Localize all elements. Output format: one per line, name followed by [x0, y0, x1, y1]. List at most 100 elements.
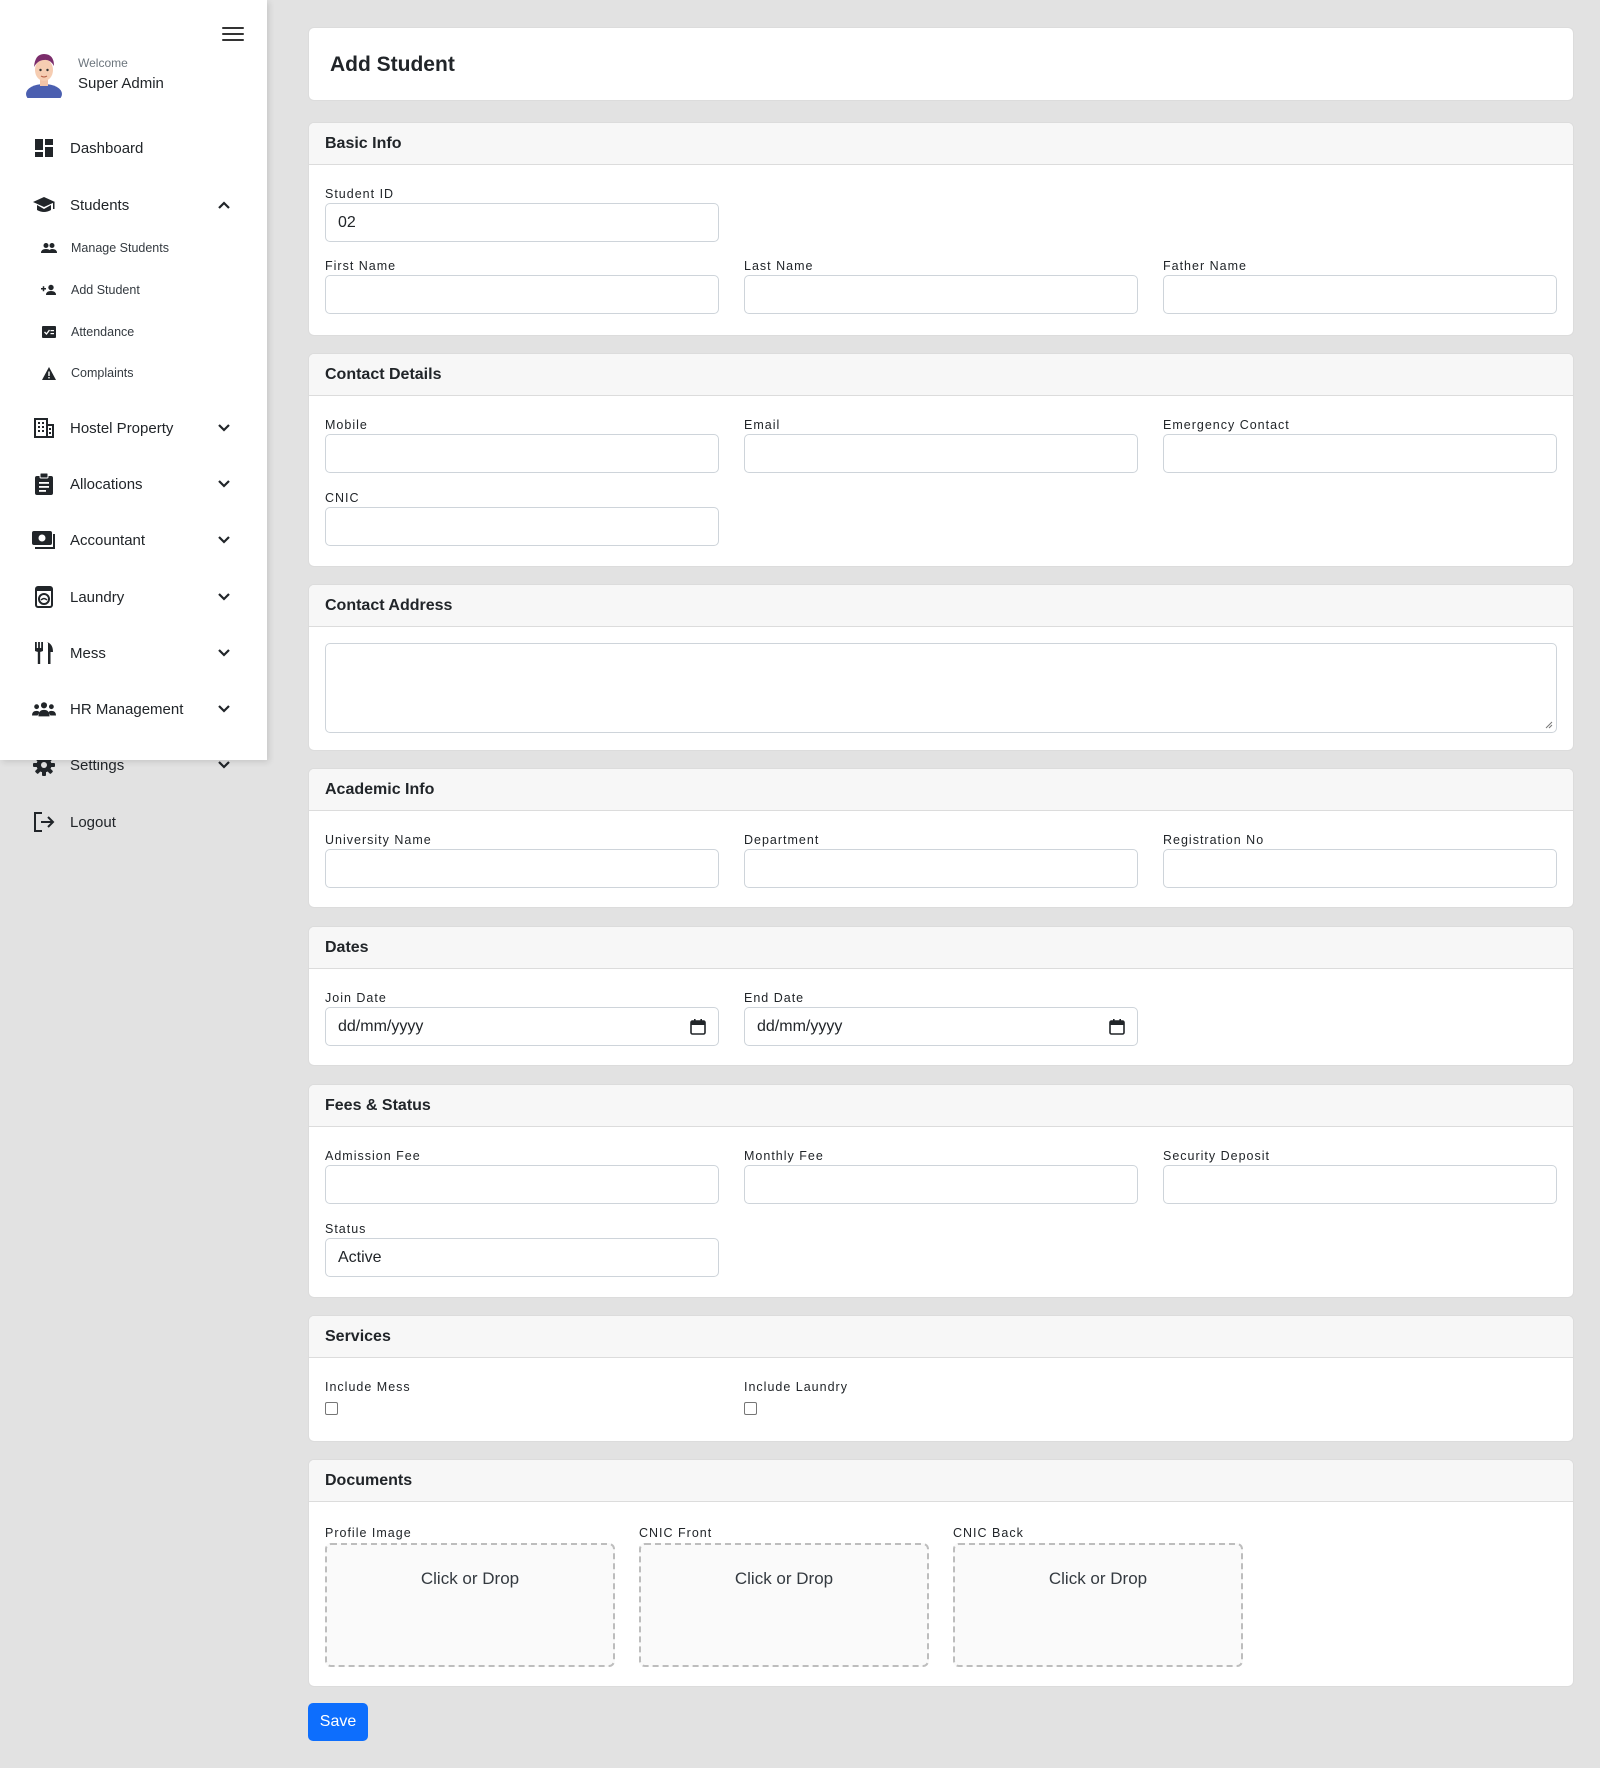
section-title: Contact Details	[309, 354, 1573, 396]
calendar-icon[interactable]	[1109, 1018, 1125, 1035]
father-name-input[interactable]	[1163, 275, 1557, 314]
sidebar-item-label: Accountant	[70, 531, 146, 549]
section-title: Academic Info	[309, 769, 1573, 811]
field-label: Security Deposit	[1163, 1149, 1271, 1163]
first-name-field: First Name	[325, 257, 719, 314]
security-deposit-field: Security Deposit	[1163, 1147, 1557, 1204]
user-profile: Welcome Super Admin	[26, 50, 164, 98]
first-name-input[interactable]	[325, 275, 719, 314]
last-name-input[interactable]	[744, 275, 1138, 314]
attendance-icon	[40, 323, 58, 341]
emergency-contact-input[interactable]	[1163, 434, 1557, 473]
email-field: Email	[744, 416, 1138, 473]
utensils-icon	[32, 641, 56, 665]
sidebar-item-laundry[interactable]: Laundry	[32, 582, 232, 612]
father-name-field: Father Name	[1163, 257, 1557, 314]
admission-fee-input[interactable]	[325, 1165, 719, 1204]
cnic-input[interactable]	[325, 507, 719, 546]
sidebar-item-hr-management[interactable]: HR Management	[32, 694, 232, 724]
graduation-cap-icon	[32, 193, 56, 217]
sidebar-item-dashboard[interactable]: Dashboard	[32, 133, 232, 163]
sidebar-subitem-complaints[interactable]: Complaints	[40, 361, 230, 385]
field-label: Registration No	[1163, 833, 1265, 847]
dropzone-text: Click or Drop	[1048, 1569, 1148, 1588]
cnic-back-dropzone[interactable]: Click or Drop	[953, 1543, 1243, 1667]
profile-image-dropzone[interactable]: Click or Drop	[325, 1543, 615, 1667]
sidebar-item-accountant[interactable]: Accountant	[32, 525, 232, 555]
washing-machine-icon	[32, 585, 56, 609]
field-label: Emergency Contact	[1163, 418, 1290, 432]
university-name-input[interactable]	[325, 849, 719, 888]
department-input[interactable]	[744, 849, 1138, 888]
cnic-back-label: CNIC Back	[953, 1526, 1024, 1540]
registration-no-field: Registration No	[1163, 831, 1557, 888]
sidebar-subitem-label: Manage Students	[71, 241, 169, 255]
sidebar-subitem-label: Add Student	[71, 283, 140, 297]
field-label: Mobile	[325, 418, 368, 432]
student-id-input[interactable]: 02	[325, 203, 719, 242]
sidebar-item-mess[interactable]: Mess	[32, 638, 232, 668]
include-laundry-checkbox[interactable]	[744, 1402, 757, 1415]
academic-info-card: Academic Info University Name Department…	[308, 768, 1574, 908]
section-title: Dates	[309, 927, 1573, 969]
field-label: Status	[325, 1222, 367, 1236]
documents-card: Documents Profile Image Click or Drop CN…	[308, 1459, 1574, 1687]
sidebar-item-label: Hostel Property	[70, 419, 174, 437]
student-id-field: Student ID 02	[325, 185, 719, 242]
date-placeholder: dd/mm/yyyy	[338, 1018, 424, 1035]
join-date-input[interactable]: dd/mm/yyyy	[325, 1007, 719, 1046]
field-label: Join Date	[325, 991, 387, 1005]
user-name: Super Admin	[78, 74, 164, 92]
field-label: Include Laundry	[744, 1380, 848, 1394]
department-field: Department	[744, 831, 1138, 888]
fees-status-card: Fees & Status Admission Fee Monthly Fee …	[308, 1084, 1574, 1298]
cnic-front-dropzone[interactable]: Click or Drop	[639, 1543, 929, 1667]
chevron-down-icon	[216, 420, 232, 436]
sidebar-item-label: Dashboard	[70, 139, 144, 157]
join-date-field: Join Date dd/mm/yyyy	[325, 989, 719, 1046]
email-input[interactable]	[744, 434, 1138, 473]
end-date-input[interactable]: dd/mm/yyyy	[744, 1007, 1138, 1046]
save-button[interactable]: Save	[308, 1703, 368, 1741]
field-label: Include Mess	[325, 1380, 411, 1394]
contact-details-card: Contact Details Mobile Email Emergency C…	[308, 353, 1574, 567]
section-title: Documents	[309, 1460, 1573, 1502]
sidebar-item-hostel-property[interactable]: Hostel Property	[32, 413, 232, 443]
basic-info-card: Basic Info Student ID 02 First Name Last…	[308, 122, 1574, 336]
monthly-fee-field: Monthly Fee	[744, 1147, 1138, 1204]
field-label: Monthly Fee	[744, 1149, 824, 1163]
registration-no-input[interactable]	[1163, 849, 1557, 888]
sidebar-subitem-attendance[interactable]: Attendance	[40, 320, 230, 344]
sidebar-item-allocations[interactable]: Allocations	[32, 469, 232, 499]
sidebar: Welcome Super Admin Dashboard Students M…	[0, 0, 267, 760]
sidebar-item-label: HR Management	[70, 700, 184, 718]
hamburger-menu-icon[interactable]	[222, 25, 244, 43]
sidebar-subitem-manage-students[interactable]: Manage Students	[40, 236, 230, 260]
mobile-input[interactable]	[325, 434, 719, 473]
page-title: Add Student	[330, 53, 455, 76]
sidebar-subitem-add-student[interactable]: Add Student	[40, 278, 230, 302]
sidebar-item-label: Students	[70, 196, 130, 214]
sidebar-item-students[interactable]: Students	[32, 190, 232, 220]
include-mess-checkbox[interactable]	[325, 1402, 338, 1415]
sidebar-item-label: Mess	[70, 644, 106, 662]
admission-fee-field: Admission Fee	[325, 1147, 719, 1204]
sidebar-subitem-label: Attendance	[71, 325, 135, 339]
resize-handle-icon[interactable]	[1545, 721, 1553, 729]
status-select[interactable]: Active	[325, 1238, 719, 1277]
security-deposit-input[interactable]	[1163, 1165, 1557, 1204]
field-label: University Name	[325, 833, 432, 847]
last-name-field: Last Name	[744, 257, 1138, 314]
services-card: Services Include Mess Include Laundry	[308, 1315, 1574, 1442]
dashboard-icon	[32, 136, 56, 160]
contact-address-textarea[interactable]	[325, 643, 1557, 733]
include-mess-field: Include Mess	[325, 1378, 719, 1415]
logout-icon	[32, 810, 56, 834]
field-label: First Name	[325, 259, 397, 273]
sidebar-item-logout[interactable]: Logout	[32, 807, 232, 837]
users-icon	[32, 697, 56, 721]
calendar-icon[interactable]	[690, 1018, 706, 1035]
cnic-field: CNIC	[325, 489, 719, 546]
monthly-fee-input[interactable]	[744, 1165, 1138, 1204]
chevron-down-icon	[216, 476, 232, 492]
